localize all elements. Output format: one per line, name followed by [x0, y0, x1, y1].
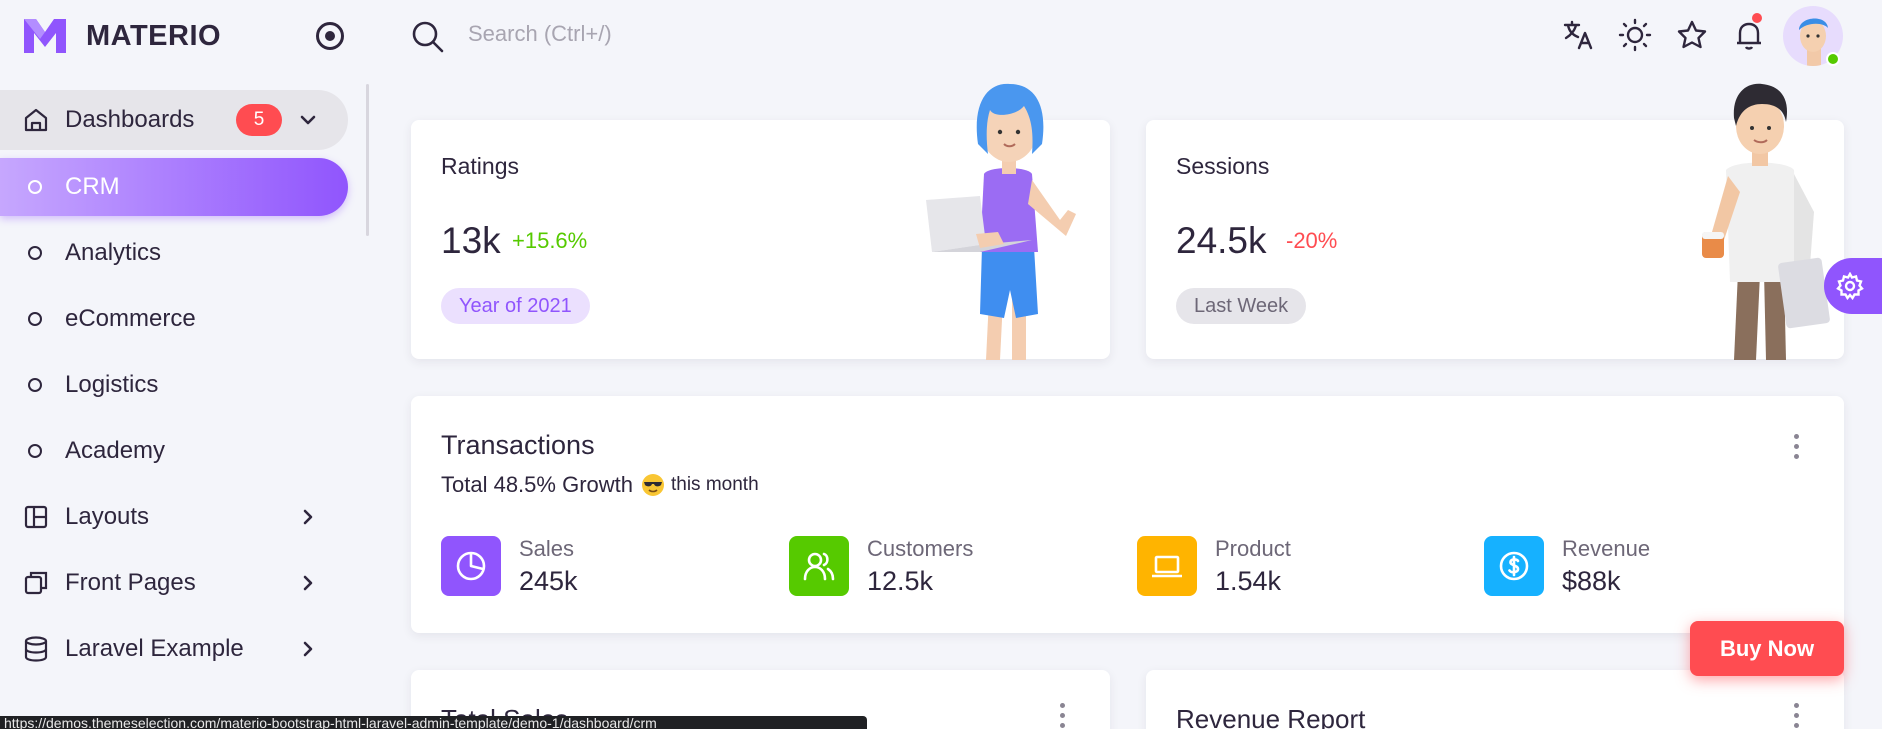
- sidebar-item-layouts[interactable]: Layouts: [0, 487, 348, 547]
- star-icon[interactable]: [1675, 18, 1709, 52]
- sessions-title: Sessions: [1176, 153, 1270, 179]
- search-input[interactable]: [468, 16, 968, 52]
- sunglasses-emoji-icon: [641, 474, 664, 496]
- metric-revenue: Revenue $88k: [1484, 536, 1784, 598]
- transactions-more-icon[interactable]: [1792, 434, 1800, 464]
- dollar-icon: [1484, 536, 1544, 596]
- sidebar-item-label: Front Pages: [65, 569, 196, 596]
- sun-icon[interactable]: [1618, 18, 1652, 52]
- metric-value: 1.54k: [1215, 566, 1282, 596]
- sidebar-toggle-icon[interactable]: [316, 22, 344, 50]
- chevron-down-icon: [300, 115, 316, 125]
- girl-with-laptop-illustration: [926, 83, 1076, 360]
- sessions-change: -20%: [1286, 228, 1338, 253]
- laptop-icon: [1137, 536, 1197, 596]
- dashboards-count-badge: 5: [236, 104, 282, 136]
- database-icon: [24, 636, 48, 662]
- layout-icon: [24, 505, 48, 529]
- metric-value: $88k: [1562, 566, 1621, 596]
- sidebar-item-logistics[interactable]: Logistics: [0, 355, 348, 415]
- files-icon: [24, 571, 48, 595]
- chevron-right-icon: [303, 575, 313, 591]
- circle-icon: [28, 180, 42, 194]
- metric-product: Product 1.54k: [1137, 536, 1437, 598]
- brand-name: MATERIO: [86, 19, 222, 52]
- notification-dot: [1752, 13, 1762, 23]
- circle-icon: [28, 378, 42, 392]
- sidebar-item-ecommerce[interactable]: eCommerce: [0, 289, 348, 349]
- transactions-title: Transactions: [441, 430, 595, 460]
- sidebar-item-front-pages[interactable]: Front Pages: [0, 553, 348, 613]
- metric-label: Revenue: [1562, 536, 1651, 561]
- sidebar-item-crm[interactable]: CRM: [0, 158, 348, 216]
- sidebar-item-analytics[interactable]: Analytics: [0, 223, 348, 283]
- buy-now-button[interactable]: Buy Now: [1690, 621, 1844, 676]
- brand[interactable]: MATERIO: [22, 16, 221, 56]
- sessions-value: 24.5k: [1176, 220, 1267, 261]
- ratings-title: Ratings: [441, 153, 519, 179]
- sidebar-item-label: Academy: [65, 437, 166, 464]
- ratings-value: 13k: [441, 220, 501, 261]
- sidebar-item-label: CRM: [65, 173, 120, 200]
- sessions-period-chip: Last Week: [1176, 288, 1307, 324]
- metric-label: Customers: [867, 536, 974, 561]
- circle-icon: [28, 444, 42, 458]
- man-with-coffee-illustration: [1702, 83, 1830, 360]
- sidebar-item-label: Laravel Example: [65, 635, 244, 662]
- ratings-period-chip: Year of 2021: [441, 288, 590, 324]
- pie-chart-icon: [441, 536, 501, 596]
- revenue-report-more-icon[interactable]: [1792, 703, 1800, 729]
- transactions-subtitle: Total 48.5% Growth this month: [441, 472, 759, 498]
- metric-value: 12.5k: [867, 566, 934, 596]
- metric-label: Sales: [519, 536, 575, 561]
- sidebar-item-dashboards[interactable]: Dashboards 5: [0, 90, 348, 150]
- online-status-dot: [1826, 52, 1840, 66]
- sidebar-item-label: Layouts: [65, 503, 150, 530]
- chevron-right-icon: [303, 509, 313, 525]
- sidebar-item-label: Logistics: [65, 371, 159, 398]
- translate-icon[interactable]: [1562, 18, 1596, 52]
- sidebar-item-label: Dashboards: [65, 106, 195, 133]
- sidebar-item-label: Analytics: [65, 239, 162, 266]
- home-icon: [24, 108, 48, 132]
- circle-icon: [28, 312, 42, 326]
- chevron-right-icon: [303, 641, 313, 657]
- metric-value: 245k: [519, 566, 578, 596]
- sidebar: MATERIO Dashboards 5 CRM Analytics eComm…: [0, 0, 370, 729]
- ratings-change: +15.6%: [512, 228, 588, 253]
- metric-sales: Sales 245k: [441, 536, 741, 598]
- revenue-report-title: Revenue Report: [1176, 704, 1366, 729]
- metric-customers: Customers 12.5k: [789, 536, 1089, 598]
- sidebar-item-label: eCommerce: [65, 305, 196, 332]
- status-bar-url: https://demos.themeselection.com/materio…: [0, 716, 867, 729]
- growth-period: this month: [670, 474, 759, 495]
- brand-logo-icon: [24, 19, 66, 53]
- sidebar-scrollbar[interactable]: [366, 84, 369, 236]
- users-icon: [789, 536, 849, 596]
- bell-icon[interactable]: [1732, 18, 1766, 52]
- sidebar-item-laravel-example[interactable]: Laravel Example: [0, 619, 348, 679]
- customizer-button[interactable]: [1824, 258, 1882, 314]
- search-icon[interactable]: [411, 20, 445, 54]
- metric-label: Product: [1215, 536, 1291, 561]
- sidebar-item-academy[interactable]: Academy: [0, 421, 348, 481]
- growth-text: Total 48.5% Growth: [441, 472, 633, 497]
- gear-icon: [1836, 272, 1864, 300]
- total-sales-more-icon[interactable]: [1058, 703, 1066, 729]
- circle-icon: [28, 246, 42, 260]
